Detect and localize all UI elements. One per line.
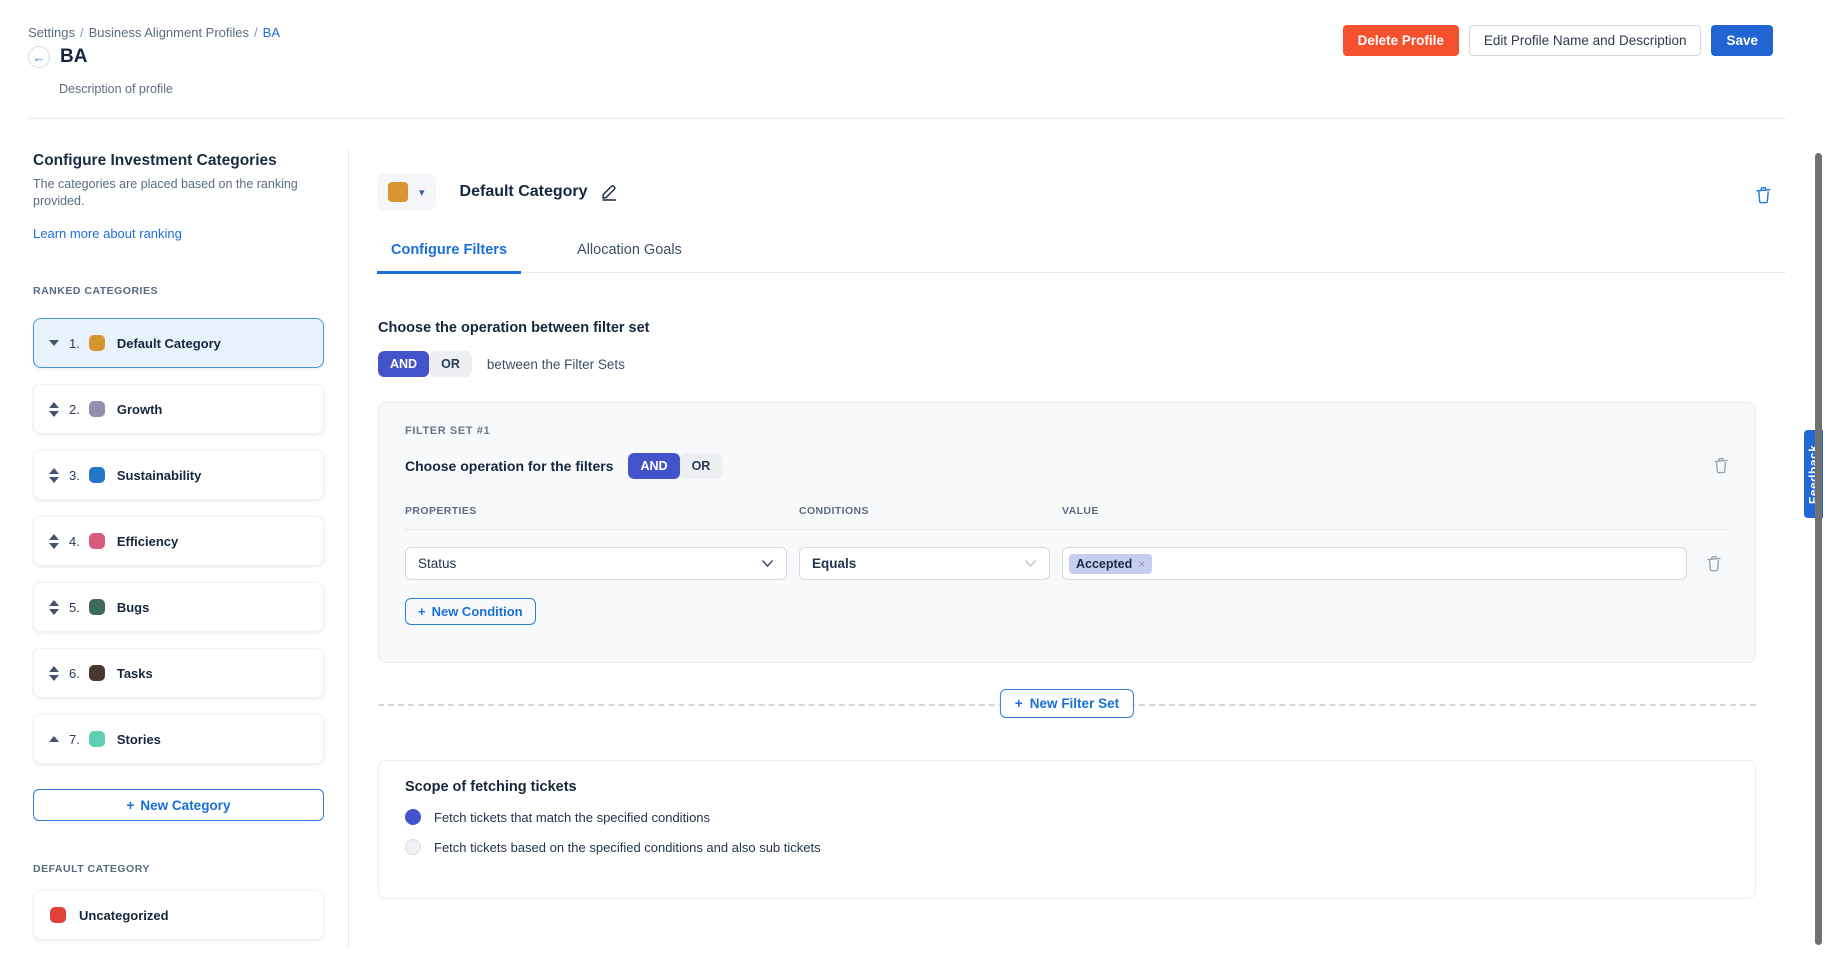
filter-sets-and-toggle[interactable]: AND <box>378 351 429 377</box>
category-item-tasks[interactable]: 6. Tasks <box>33 648 324 698</box>
caret-down-icon: ▾ <box>419 186 425 199</box>
properties-column-header: PROPERTIES <box>405 505 787 517</box>
main-panel: ▾ Default Category Configure Filters All… <box>377 160 1786 953</box>
move-up-icon[interactable] <box>49 666 59 672</box>
tab-allocation-goals[interactable]: Allocation Goals <box>563 238 696 272</box>
sidebar: Configure Investment Categories The cate… <box>33 140 324 940</box>
new-condition-button[interactable]: + New Condition <box>405 598 536 625</box>
move-down-icon[interactable] <box>49 411 59 417</box>
scope-option-sub-tickets[interactable]: Fetch tickets based on the specified con… <box>405 839 1729 855</box>
delete-condition-icon[interactable] <box>1699 555 1729 572</box>
move-up-icon[interactable] <box>49 600 59 606</box>
filters-operator-toggle: AND OR <box>628 453 722 479</box>
value-input[interactable]: Accepted × <box>1062 547 1687 580</box>
tabs: Configure Filters Allocation Goals <box>377 238 1786 273</box>
remove-value-icon[interactable]: × <box>1138 557 1145 571</box>
radio-unselected-icon[interactable] <box>405 839 421 855</box>
filters-or-toggle[interactable]: OR <box>680 453 723 479</box>
chevron-down-icon <box>1024 559 1037 568</box>
default-category-label: DEFAULT CATEGORY <box>33 863 324 875</box>
plus-icon: + <box>1015 696 1023 711</box>
category-color-swatch <box>89 467 105 483</box>
move-up-icon[interactable] <box>49 736 59 742</box>
move-down-icon[interactable] <box>49 543 59 549</box>
learn-more-link[interactable]: Learn more about ranking <box>33 226 182 241</box>
delete-category-icon[interactable] <box>1755 186 1772 209</box>
vertical-scrollbar[interactable] <box>1815 153 1822 945</box>
filter-set-operation-heading: Choose operation for the filters <box>405 458 613 474</box>
move-down-icon[interactable] <box>49 609 59 615</box>
value-column-header: VALUE <box>1062 505 1687 517</box>
category-item-sustainability[interactable]: 3. Sustainability <box>33 450 324 500</box>
category-color-swatch <box>89 533 105 549</box>
category-color-picker[interactable]: ▾ <box>377 174 436 210</box>
category-item-growth[interactable]: 2. Growth <box>33 384 324 434</box>
scope-heading: Scope of fetching tickets <box>405 779 1729 795</box>
radio-selected-icon[interactable] <box>405 809 421 825</box>
condition-select[interactable]: Equals <box>799 547 1050 580</box>
filter-set-label: FILTER SET #1 <box>405 425 1729 437</box>
new-filter-set-button[interactable]: + New Filter Set <box>1000 689 1134 718</box>
category-color-swatch <box>89 401 105 417</box>
filters-and-toggle[interactable]: AND <box>628 453 679 479</box>
new-filter-set-divider: + New Filter Set <box>378 689 1756 721</box>
new-category-button[interactable]: + New Category <box>33 789 324 821</box>
selected-color-swatch <box>388 182 408 202</box>
delete-filter-set-icon[interactable] <box>1713 457 1729 479</box>
plus-icon: + <box>127 798 135 813</box>
category-list: 1. Default Category 2. Growth 3. Sustain… <box>33 318 324 764</box>
move-up-icon[interactable] <box>49 534 59 540</box>
category-title: Default Category <box>460 183 588 201</box>
columns-divider <box>405 529 1729 530</box>
move-down-icon[interactable] <box>49 675 59 681</box>
save-button[interactable]: Save <box>1711 25 1773 56</box>
filter-sets-or-toggle[interactable]: OR <box>429 351 472 377</box>
category-item-stories[interactable]: 7. Stories <box>33 714 324 764</box>
chevron-down-icon <box>761 559 774 568</box>
move-down-icon[interactable] <box>49 477 59 483</box>
plus-icon: + <box>418 604 426 619</box>
property-select[interactable]: Status <box>405 547 787 580</box>
edit-profile-button[interactable]: Edit Profile Name and Description <box>1469 25 1702 56</box>
move-up-icon[interactable] <box>49 468 59 474</box>
category-color-swatch <box>50 907 66 923</box>
profile-description: Description of profile <box>59 82 173 96</box>
operator-suffix-text: between the Filter Sets <box>487 357 625 372</box>
page-title: BA <box>60 46 87 68</box>
breadcrumb-profiles[interactable]: Business Alignment Profiles <box>89 25 249 40</box>
operation-section-heading: Choose the operation between filter set <box>378 320 650 336</box>
scope-option-match[interactable]: Fetch tickets that match the specified c… <box>405 809 1729 825</box>
header-divider <box>28 118 1786 119</box>
ranked-categories-label: RANKED CATEGORIES <box>33 285 324 297</box>
category-color-swatch <box>89 335 105 351</box>
category-color-swatch <box>89 599 105 615</box>
category-item-efficiency[interactable]: 4. Efficiency <box>33 516 324 566</box>
sidebar-main-divider <box>348 150 349 948</box>
category-color-swatch <box>89 731 105 747</box>
sidebar-subheading: The categories are placed based on the r… <box>33 176 324 210</box>
conditions-column-header: CONDITIONS <box>799 505 1050 517</box>
move-down-icon[interactable] <box>49 340 59 346</box>
breadcrumb-settings[interactable]: Settings <box>28 25 75 40</box>
category-color-swatch <box>89 665 105 681</box>
condition-row: Status Equals Accepted × <box>405 547 1729 580</box>
category-item-default-category[interactable]: 1. Default Category <box>33 318 324 368</box>
header-actions: Delete Profile Edit Profile Name and Des… <box>1343 25 1773 56</box>
filter-sets-operator-toggle: AND OR <box>378 351 472 377</box>
breadcrumb: Settings/Business Alignment Profiles/BA <box>28 25 280 40</box>
sidebar-heading: Configure Investment Categories <box>33 152 324 170</box>
category-item-bugs[interactable]: 5. Bugs <box>33 582 324 632</box>
scope-panel: Scope of fetching tickets Fetch tickets … <box>378 760 1756 899</box>
back-arrow-icon: ← <box>33 50 46 65</box>
value-chip: Accepted × <box>1069 554 1152 574</box>
breadcrumb-current: BA <box>263 25 280 40</box>
back-button[interactable]: ← <box>28 46 50 68</box>
tab-configure-filters[interactable]: Configure Filters <box>377 238 521 274</box>
edit-category-name-icon[interactable] <box>600 183 618 201</box>
category-item-uncategorized[interactable]: Uncategorized <box>33 890 324 940</box>
move-up-icon[interactable] <box>49 402 59 408</box>
delete-profile-button[interactable]: Delete Profile <box>1343 25 1459 56</box>
filter-set-panel: FILTER SET #1 Choose operation for the f… <box>378 402 1756 663</box>
